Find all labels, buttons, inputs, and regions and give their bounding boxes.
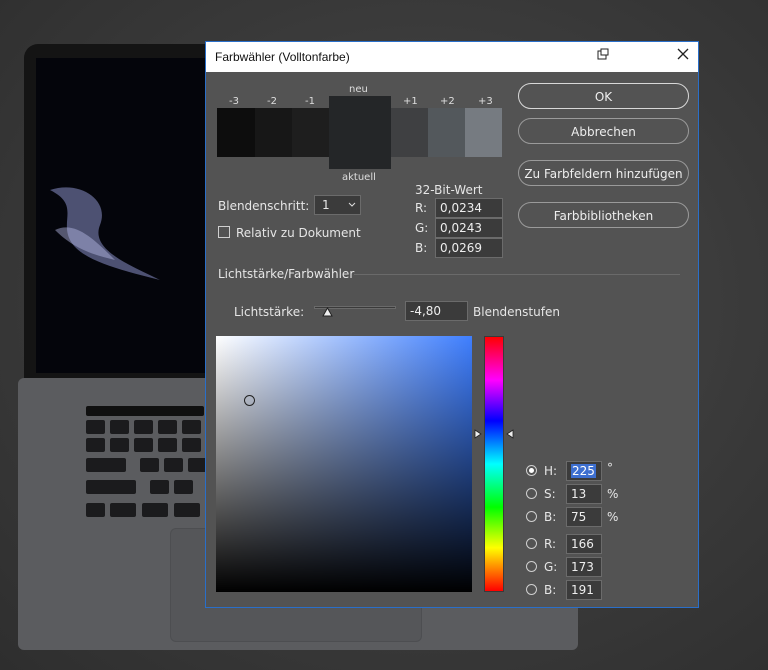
current-label: aktuell [342,172,376,183]
h-field[interactable]: 225 [566,461,602,481]
step-label: +1 [403,96,418,107]
step-label: +3 [478,96,493,107]
ok-button[interactable]: OK [518,83,689,109]
keyboard-key [150,480,169,494]
keyboard-key [164,458,183,472]
g-field[interactable]: 173 [566,557,602,577]
intensity-unit-label: Blendenstufen [473,305,560,319]
window-icon[interactable] [592,46,614,68]
chevron-down-icon [348,202,356,207]
b2-label: B: [544,583,557,597]
s-field[interactable]: 13 [566,484,602,504]
hue-slider-left-arrow[interactable] [474,429,482,439]
exposure-step-select[interactable]: 1 [314,195,361,215]
hue-slider-right-arrow[interactable] [506,429,514,439]
swatch-minus-2[interactable] [255,108,292,157]
swatch-plus-3[interactable] [465,108,502,157]
keyboard-key [110,438,129,452]
s-unit: % [607,487,619,501]
swatch-plus-2[interactable] [428,108,465,157]
step-label: -2 [267,96,277,107]
swatch-minus-3[interactable] [217,108,255,157]
keyboard-key [86,438,105,452]
keyboard-key [110,503,136,517]
exposure-step-label: Blendenschritt: [218,199,310,213]
intensity-field[interactable]: -4,80 [405,301,468,321]
bit32-b-field[interactable]: 0,0269 [435,238,503,258]
keyboard-key [134,438,153,452]
b2-radio[interactable] [526,584,537,595]
r-field[interactable]: 166 [566,534,602,554]
b-field[interactable]: 75 [566,507,602,527]
step-label: +2 [440,96,455,107]
bit32-r-field[interactable]: 0,0234 [435,198,503,218]
h-unit: ° [607,461,613,475]
new-label: neu [349,84,368,95]
keyboard-key [174,503,200,517]
g-radio[interactable] [526,561,537,572]
swatch-plus-1[interactable] [391,108,428,157]
swatch-minus-1[interactable] [292,108,329,157]
step-label: -3 [229,96,239,107]
touch-bar [86,406,204,416]
b-label: B: [544,510,557,524]
r-label: R: [544,537,557,551]
s-radio[interactable] [526,488,537,499]
keyboard-key [182,420,201,434]
hue-slider[interactable] [484,336,504,592]
keyboard-key [158,420,177,434]
keyboard-key [140,458,159,472]
section-divider [354,274,680,275]
bit32-title: 32-Bit-Wert [415,183,483,197]
keyboard-key [86,458,126,472]
intensity-label: Lichtstärke: [234,305,305,319]
keyboard-key [86,420,105,434]
keyboard-key [142,503,168,517]
section-title: Lichtstärke/Farbwähler [218,267,355,281]
relative-to-document-label: Relativ zu Dokument [236,226,361,240]
b-radio[interactable] [526,511,537,522]
h-field-value: 225 [571,464,596,478]
bit32-b-label: B: [415,241,428,255]
color-field[interactable] [216,336,472,592]
keyboard-key [158,438,177,452]
color-field-cursor[interactable] [244,395,255,406]
color-libraries-button[interactable]: Farbbibliotheken [518,202,689,228]
keyboard-key [86,480,136,494]
r-radio[interactable] [526,538,537,549]
swatch-current[interactable] [329,96,391,169]
keyboard-key [174,480,193,494]
keyboard-key [110,420,129,434]
keyboard-key [134,420,153,434]
keyboard-key [182,438,201,452]
step-label: -1 [305,96,315,107]
color-picker-dialog: Farbwähler (Volltonfarbe) neu -3 -2 -1 +… [205,41,699,608]
b2-field[interactable]: 191 [566,580,602,600]
intensity-slider-thumb[interactable] [322,307,333,317]
screen-smoke-graphic [50,187,160,280]
s-label: S: [544,487,556,501]
h-label: H: [544,464,558,478]
close-icon[interactable] [672,46,694,68]
h-radio[interactable] [526,465,537,476]
keyboard-key [86,503,105,517]
cancel-button[interactable]: Abbrechen [518,118,689,144]
exposure-step-value: 1 [322,198,330,212]
g-label: G: [544,560,558,574]
add-to-swatches-button[interactable]: Zu Farbfeldern hinzufügen [518,160,689,186]
bit32-g-field[interactable]: 0,0243 [435,218,503,238]
dialog-title: Farbwähler (Volltonfarbe) [215,50,350,64]
b-unit: % [607,510,619,524]
color-field-black-overlay [216,336,472,592]
bit32-r-label: R: [415,201,428,215]
relative-to-document-checkbox[interactable] [218,226,230,238]
bit32-g-label: G: [415,221,429,235]
title-bar: Farbwähler (Volltonfarbe) [206,42,698,72]
